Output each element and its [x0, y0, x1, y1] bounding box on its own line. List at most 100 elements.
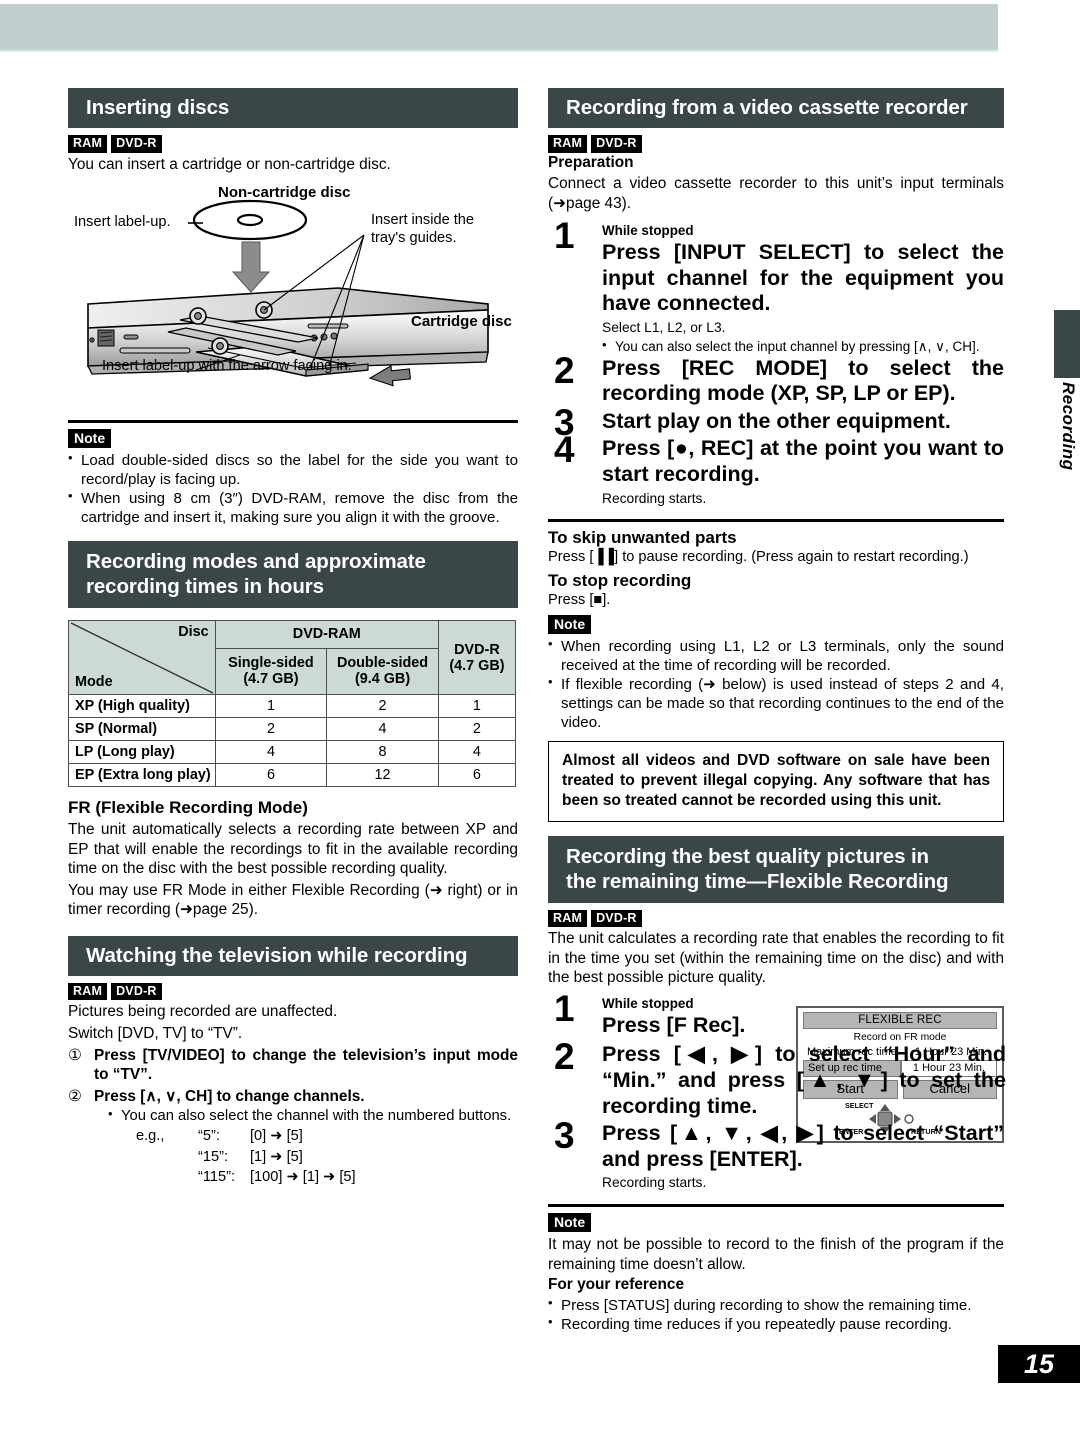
- section-heading-flexible-recording: Recording the best quality pictures in t…: [548, 835, 1004, 903]
- cell-single: 6: [214, 763, 328, 788]
- disc-badges-flexible: RAM DVD-R: [548, 909, 1004, 928]
- eg-label: e.g.,: [136, 1127, 165, 1144]
- vcr-step-1: 1 While stopped Press [INPUT SELECT] to …: [548, 217, 1004, 355]
- example-row: “15”: [1] ➜ [5]: [136, 1147, 518, 1168]
- table-row: XP (High quality) 1 2 1: [68, 694, 517, 719]
- step-precondition: While stopped: [602, 995, 694, 1011]
- section-heading-inserting-discs: Inserting discs: [68, 88, 518, 128]
- cell-single: 1: [214, 694, 328, 719]
- heading-line-2: the remaining time—Flexible Recording: [566, 869, 949, 893]
- single-line-2: (4.7 GB): [243, 671, 299, 688]
- table-row: SP (Normal) 2 4 2: [68, 717, 517, 742]
- step-sub-text: Recording starts.: [602, 1175, 707, 1191]
- heading-line-1: Recording modes and approximate: [86, 550, 426, 574]
- table-group-header-dvdram: DVD-RAM: [214, 620, 439, 649]
- preparation-label: Preparation: [548, 153, 634, 171]
- step-precondition: While stopped: [602, 223, 694, 239]
- note-item: Recording time reduces if you repeatedly…: [548, 1314, 1004, 1334]
- cell-single: 4: [214, 740, 328, 765]
- step-bullets: You can also select the input channel by…: [602, 337, 1004, 355]
- cell-double: 2: [326, 694, 439, 719]
- fr-mode-paragraph-2: You may use FR Mode in either Flexible R…: [68, 881, 518, 919]
- cell-mode: XP (High quality): [68, 694, 216, 719]
- illus-label-insert-label-up: Insert label-up.: [74, 214, 171, 231]
- cell-mode: SP (Normal): [68, 717, 216, 742]
- disc-badges-watching: RAM DVD-R: [68, 982, 518, 1001]
- eg-channel: “5”:: [198, 1127, 220, 1144]
- step-number: 2: [554, 1036, 575, 1078]
- cell-dvdr: 6: [437, 763, 517, 788]
- cell-mode: EP (Extra long play): [68, 763, 216, 788]
- step-number: 3: [554, 1115, 575, 1157]
- preparation-text: Connect a video cassette recorder to thi…: [548, 175, 1004, 212]
- cell-mode: LP (Long play): [68, 740, 216, 765]
- eg-channel: “15”:: [198, 1148, 229, 1165]
- cell-dvdr: 2: [437, 717, 517, 742]
- badge-dvdr: DVD-R: [591, 909, 642, 928]
- channel-examples: e.g., “5”: [0] ➜ [5] “15”: [1] ➜ [5] “115”:…: [136, 1126, 518, 1188]
- step-instruction: Press [●, REC] at the point you want to …: [602, 436, 1004, 486]
- table-row: LP (Long play) 4 8 4: [68, 740, 517, 765]
- step-instruction: Press [F Rec].: [602, 1012, 746, 1037]
- illus-label-arrow-facing-in: Insert label-up with the arrow facing in…: [102, 358, 352, 375]
- note-item: You can also select the input channel by…: [602, 337, 1004, 355]
- badge-ram: RAM: [68, 982, 108, 1001]
- disc-badges-vcr: RAM DVD-R: [548, 135, 1004, 153]
- for-your-reference-heading: For your reference: [548, 1276, 684, 1294]
- step-instruction: Press [INPUT SELECT] to select the input…: [602, 240, 1004, 316]
- cell-double: 4: [326, 717, 439, 742]
- cell-dvdr: 1: [437, 694, 517, 719]
- side-tab-label: Recording: [1059, 382, 1078, 471]
- side-tab-block: [1054, 310, 1080, 378]
- vcr-step-2: 2 Press [REC MODE] to select the recordi…: [548, 352, 1004, 407]
- illus-title-noncartridge: Non-cartridge disc: [218, 184, 351, 202]
- badge-dvdr: DVD-R: [111, 135, 162, 153]
- dvdr-line-1: DVD-R: [454, 641, 500, 658]
- step-sub-text: Select L1, L2, or L3.: [602, 320, 726, 335]
- osd-title: FLEXIBLE REC: [803, 1011, 997, 1029]
- skip-parts-text: Press [▐▐] to pause recording. (Press ag…: [548, 549, 969, 566]
- eg-keys: [0] ➜ [5]: [250, 1127, 303, 1144]
- illus-label-cartridge-disc: Cartridge disc: [411, 313, 512, 331]
- manual-page: Inserting discs RAM DVD-R You can insert …: [0, 52, 1080, 1441]
- note-item: When recording using L1, L2 or L3 termin…: [548, 636, 1004, 675]
- stop-recording-text: Press [■].: [548, 592, 611, 609]
- badge-dvdr: DVD-R: [111, 982, 162, 1001]
- divider-flexible-note: [548, 1204, 1004, 1207]
- flexible-steps-area: FLEXIBLE REC Record on FR mode Maximum r…: [548, 990, 1006, 1192]
- note-item: Press [STATUS] during recording to show …: [548, 1295, 1004, 1315]
- note-item: You can also select the channel with the…: [108, 1106, 518, 1126]
- illus-label-tray-guides: Insert inside the tray's guides.: [371, 212, 475, 246]
- fr-mode-paragraph-1: The unit automatically selects a recordi…: [68, 821, 518, 878]
- osd-subtitle: Record on FR mode: [853, 1031, 947, 1043]
- double-line-1: Double-sided: [336, 655, 429, 672]
- note-tag-flexible: Note: [548, 1213, 592, 1232]
- watching-step-2: ② Press [∧, ∨, CH] to change channels. Y…: [68, 1087, 518, 1188]
- flexible-step-2: 2 Press [◀, ▶] to select “Hour” and “Min…: [548, 1038, 1006, 1119]
- badge-dvdr: DVD-R: [591, 135, 642, 153]
- table-header-double-sided: Double-sided (9.4 GB): [326, 647, 439, 696]
- table-corner-cell: Disc Mode: [68, 620, 216, 696]
- note-item: Load double-sided discs so the label for…: [68, 450, 518, 489]
- fr-mode-heading: FR (Flexible Recording Mode): [68, 798, 308, 818]
- step-instruction: Press [REC MODE] to select the recording…: [602, 355, 1004, 406]
- step-marker-1: ①: [68, 1046, 82, 1064]
- watching-step-2-text: Press [∧, ∨, CH] to change channels.: [94, 1087, 365, 1105]
- section-heading-recording-from-vcr: Recording from a video cassette recorder: [548, 88, 1004, 128]
- cell-double: 12: [326, 763, 439, 788]
- recording-times-table: Disc Mode DVD-RAM DVD-R (4.7 GB) Single-…: [68, 620, 517, 788]
- table-row: EP (Extra long play) 6 12 6: [68, 763, 517, 788]
- divider-skip-parts: [548, 519, 1004, 523]
- watching-step-1-text: Press [TV/VIDEO] to change the televisio…: [94, 1046, 518, 1084]
- watching-line-2: Switch [DVD, TV] to “TV”.: [68, 1025, 243, 1042]
- flexible-intro-text: The unit calculates a recording rate tha…: [548, 930, 1005, 987]
- skip-parts-heading: To skip unwanted parts: [548, 528, 737, 548]
- left-column: Inserting discs RAM DVD-R You can insert …: [68, 88, 518, 1188]
- step-number: 1: [554, 987, 575, 1029]
- step-number: 1: [554, 215, 575, 257]
- example-row: e.g., “5”: [0] ➜ [5]: [136, 1126, 518, 1147]
- watching-step-1: ① Press [TV/VIDEO] to change the televis…: [68, 1046, 518, 1085]
- note-list-1: Load double-sided discs so the label for…: [68, 450, 518, 527]
- cell-double: 8: [326, 740, 439, 765]
- step-instruction: Press [▲, ▼, ◀, ▶] to select “Start” and…: [602, 1121, 1004, 1171]
